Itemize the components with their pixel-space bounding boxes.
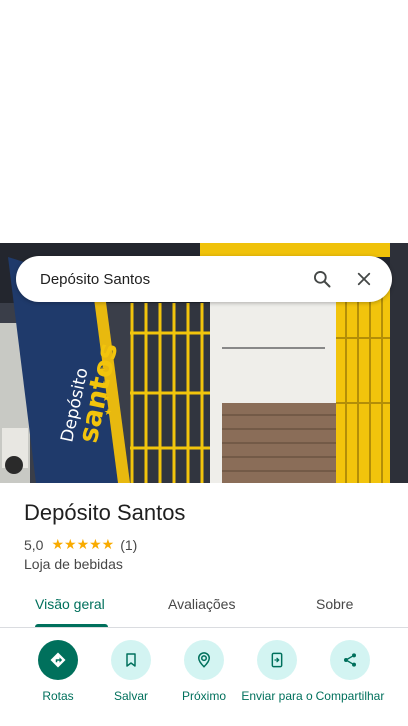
directions-label: Rotas: [42, 689, 74, 703]
nearby-button[interactable]: Próximo: [167, 640, 241, 703]
svg-text:★: ★: [104, 408, 112, 418]
action-buttons: Rotas Salvar Próximo Enviar para o Compa…: [0, 640, 408, 726]
tab-reviews[interactable]: Avaliações: [168, 596, 235, 612]
nearby-label: Próximo: [181, 689, 226, 703]
close-icon[interactable]: [350, 265, 378, 293]
search-query-text[interactable]: Depósito Santos: [40, 271, 294, 288]
save-button[interactable]: Salvar: [94, 640, 168, 703]
star-rating-icon: ★★★★★: [51, 536, 115, 552]
search-icon[interactable]: [308, 265, 336, 293]
place-title: Depósito Santos: [24, 500, 186, 525]
svg-text:★: ★: [98, 366, 106, 376]
directions-icon: [50, 652, 66, 668]
share-button[interactable]: Compartilhar: [313, 640, 387, 703]
send-to-phone-icon: [271, 652, 283, 668]
send-to-phone-label: Enviar para o: [241, 689, 313, 703]
rating-row[interactable]: 5,0 ★★★★★ (1): [24, 536, 137, 553]
nearby-icon: [197, 652, 211, 668]
share-icon: [344, 653, 356, 667]
review-count[interactable]: (1): [120, 537, 137, 553]
svg-text:★: ★: [102, 394, 110, 404]
share-label: Compartilhar: [315, 689, 385, 703]
bookmark-icon: [126, 653, 136, 667]
active-tab-indicator: [35, 624, 108, 627]
save-label: Salvar: [113, 689, 148, 703]
rating-value: 5,0: [24, 536, 44, 553]
tab-overview[interactable]: Visão geral: [35, 596, 105, 612]
directions-button[interactable]: Rotas: [21, 640, 95, 703]
svg-text:★: ★: [100, 380, 108, 390]
blank-top-area: [0, 0, 408, 243]
place-tabs: Visão geral Avaliações Sobre: [0, 586, 408, 628]
tab-about[interactable]: Sobre: [316, 596, 353, 612]
place-category[interactable]: Loja de bebidas: [24, 556, 123, 572]
search-bar[interactable]: Depósito Santos: [16, 256, 392, 302]
send-to-phone-button[interactable]: Enviar para o: [240, 640, 314, 703]
